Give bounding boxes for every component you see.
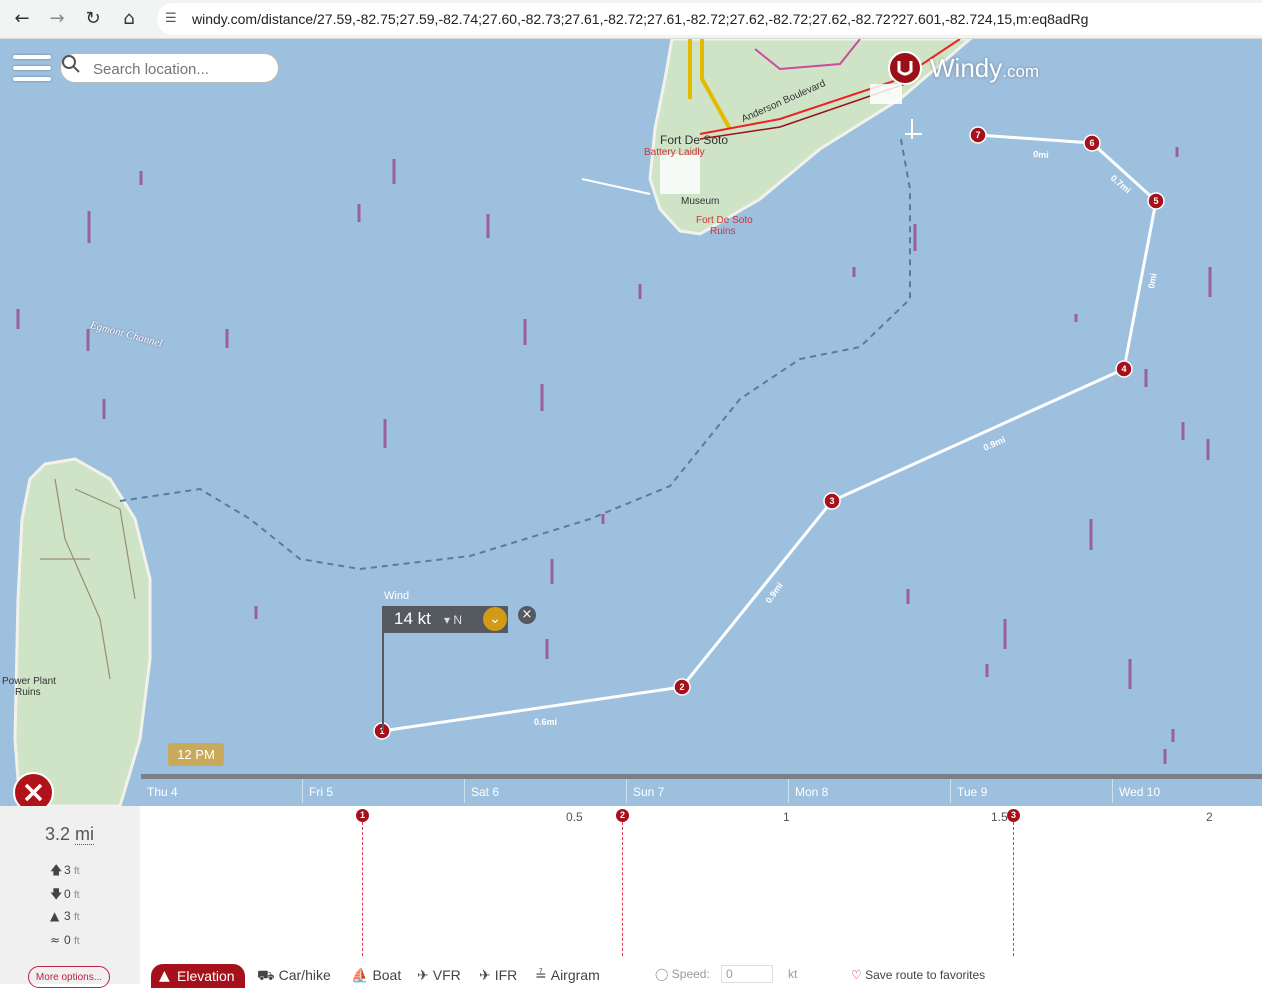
search-icon bbox=[62, 55, 80, 73]
map-canvas: 0.6mi 0.9mi 0.9mi 0mi 0.7mi 0mi 1 2 3 4 … bbox=[13, 39, 1212, 806]
route-mode-tabs: ▲ Elevation ⛟ Car/hike ⛵ Boat ✈ VFR ✈ IFR ≟ Ai… bbox=[141, 964, 1262, 988]
total-distance: 3.2 mi bbox=[45, 824, 95, 845]
day-label[interactable]: Tue 9 bbox=[950, 779, 987, 803]
map-label-battery-laidly: Battery Laidly bbox=[644, 147, 705, 158]
tab-elevation[interactable]: ▲ Elevation bbox=[151, 964, 245, 988]
day-label[interactable]: Thu 4 bbox=[141, 779, 178, 803]
close-icon[interactable]: × bbox=[518, 606, 536, 624]
axis-tick: 0.5 bbox=[566, 810, 583, 824]
tab-airgram[interactable]: ≟ Airgram bbox=[535, 967, 600, 984]
axis-tick: 1 bbox=[783, 810, 790, 824]
route-panel: 3.2 mi 🡅 3 ft 🡇 0 ft ▲ 3 ft ≈0 ft More opti… bbox=[0, 806, 1262, 988]
day-strip[interactable]: Thu 4 Fri 5 Sat 6 Sun 7 Mon 8 Tue 9 Wed … bbox=[141, 779, 1262, 805]
url-text[interactable]: windy.com/distance/27.59,-82.75;27.59,-8… bbox=[192, 11, 1088, 27]
wind-arrow-icon: ▾ bbox=[444, 613, 451, 627]
car-icon: ⛟ bbox=[257, 968, 275, 984]
mountain-icon: ▲ bbox=[50, 909, 60, 923]
descent-stat: 🡇 0 ft bbox=[50, 885, 80, 906]
elevation-chart[interactable]: 0.5 1 1.5 2 1 2 3 bbox=[141, 806, 1262, 956]
speed-unit: kt bbox=[788, 967, 798, 981]
day-label[interactable]: Fri 5 bbox=[302, 779, 333, 803]
plane-icon: ✈ bbox=[479, 968, 491, 984]
chart-marker[interactable]: 3 bbox=[1007, 809, 1020, 822]
day-label[interactable]: Sat 6 bbox=[464, 779, 499, 803]
segment-label: 0mi bbox=[1033, 149, 1049, 160]
back-icon[interactable]: ← bbox=[10, 7, 34, 31]
route-point-label: 6 bbox=[1089, 138, 1094, 148]
map-label-fort-de-soto: Fort De Soto bbox=[660, 133, 729, 147]
time-badge[interactable]: 12 PM bbox=[168, 743, 224, 766]
windy-logo-icon bbox=[888, 51, 922, 85]
more-options-button[interactable]: More options... bbox=[28, 966, 110, 988]
map-label-fort-ruins-2: Ruins bbox=[710, 226, 736, 237]
axis-tick: 1.5 bbox=[991, 810, 1008, 824]
route-point-label: 2 bbox=[679, 682, 684, 692]
heart-icon: ♡ bbox=[851, 968, 862, 982]
map-view[interactable]: 0.6mi 0.9mi 0.9mi 0mi 0.7mi 0mi 1 2 3 4 … bbox=[0, 39, 1262, 806]
max-elevation-stat: ▲ 3 ft bbox=[50, 909, 80, 923]
day-label[interactable]: Sun 7 bbox=[626, 779, 664, 803]
route-point-label: 7 bbox=[975, 130, 980, 140]
tab-vfr[interactable]: ✈ VFR bbox=[417, 967, 461, 984]
segment-label: 0.9mi bbox=[982, 434, 1007, 452]
wind-direction: ▾ N bbox=[444, 613, 463, 627]
segment-label: 0.6mi bbox=[534, 717, 557, 727]
route-point-label: 3 bbox=[829, 496, 834, 506]
axis-tick: 2 bbox=[1206, 810, 1213, 824]
airgram-icon: ≟ bbox=[535, 968, 547, 984]
site-settings-icon[interactable]: ☰ bbox=[165, 11, 181, 27]
browser-toolbar: ← → ↻ ⌂ ☰ windy.com/distance/27.59,-82.7… bbox=[0, 0, 1262, 39]
search-input[interactable] bbox=[91, 57, 275, 81]
toggle-icon: ◯ bbox=[655, 967, 669, 981]
mountain-icon: ▲ bbox=[159, 968, 170, 984]
chart-marker[interactable]: 2 bbox=[616, 809, 629, 822]
route-point-label: 5 bbox=[1153, 196, 1158, 206]
ascent-stat: 🡅 3 ft bbox=[50, 861, 80, 882]
forward-icon[interactable]: → bbox=[45, 7, 69, 31]
map-label-fort-ruins: Fort De Soto bbox=[696, 215, 753, 226]
route-stats: 3.2 mi 🡅 3 ft 🡇 0 ft ▲ 3 ft ≈0 ft More opti… bbox=[0, 806, 140, 988]
route-point-label: 4 bbox=[1121, 364, 1126, 374]
chart-marker-line bbox=[362, 822, 363, 956]
arrow-up-icon: 🡅 bbox=[50, 863, 63, 877]
map-label-museum: Museum bbox=[681, 196, 720, 207]
reload-icon[interactable]: ↻ bbox=[81, 7, 105, 31]
segment-label: 0mi bbox=[1146, 272, 1159, 289]
chevron-down-icon[interactable]: ⌄ bbox=[483, 607, 507, 631]
home-icon[interactable]: ⌂ bbox=[117, 7, 141, 31]
tab-car-hike[interactable]: ⛟ Car/hike bbox=[257, 967, 331, 986]
map-label-power-plant: Power Plant bbox=[2, 676, 56, 687]
wind-popup[interactable]: 14 kt ▾ N ⌄ bbox=[382, 606, 508, 633]
wind-pointer bbox=[382, 633, 384, 731]
menu-icon[interactable] bbox=[13, 55, 51, 85]
chart-marker-line bbox=[622, 822, 623, 956]
tab-boat[interactable]: ⛵ Boat bbox=[351, 967, 401, 984]
speed-input[interactable] bbox=[721, 965, 773, 983]
address-bar[interactable]: ☰ windy.com/distance/27.59,-82.75;27.59,… bbox=[157, 3, 1262, 35]
map-label-power-plant-2: Ruins bbox=[15, 687, 41, 698]
chart-marker-line bbox=[1013, 822, 1014, 956]
tab-ifr[interactable]: ✈ IFR bbox=[479, 967, 517, 984]
average-stat: ≈0 ft bbox=[50, 933, 80, 947]
save-favorites-button[interactable]: ♡ Save route to favorites bbox=[851, 968, 985, 982]
speed-label: ◯ Speed: bbox=[655, 967, 710, 981]
wind-speed: 14 kt bbox=[394, 609, 431, 628]
arrow-down-icon: 🡇 bbox=[50, 887, 63, 901]
day-label[interactable]: Mon 8 bbox=[788, 779, 828, 803]
windy-logo-text: Windy.com bbox=[930, 53, 1040, 83]
chart-marker[interactable]: 1 bbox=[356, 809, 369, 822]
day-label[interactable]: Wed 10 bbox=[1112, 779, 1160, 803]
approx-icon: ≈ bbox=[50, 933, 61, 947]
sailboat-icon: ⛵ bbox=[351, 968, 369, 984]
wind-label: Wind bbox=[384, 590, 410, 602]
plane-icon: ✈ bbox=[417, 968, 429, 984]
search-box[interactable] bbox=[60, 53, 279, 83]
